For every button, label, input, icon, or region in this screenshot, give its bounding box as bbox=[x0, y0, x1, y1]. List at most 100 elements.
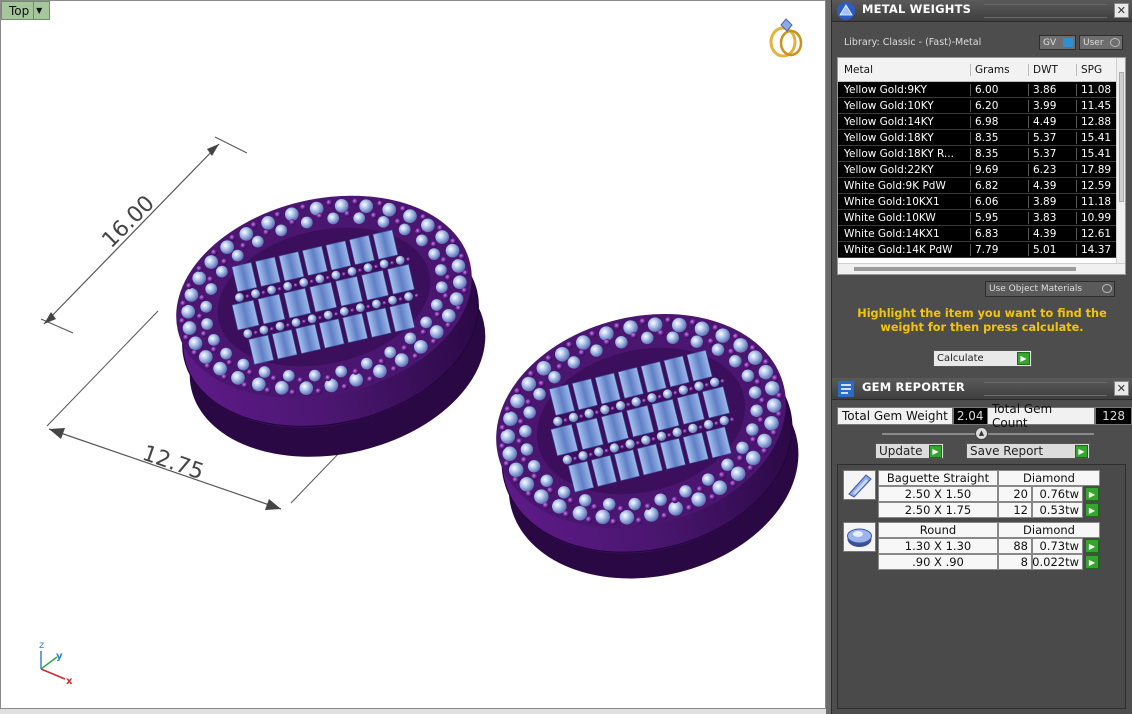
ring-icon bbox=[769, 18, 803, 58]
scroll-thumb[interactable] bbox=[1119, 72, 1124, 202]
metal-cell-spg: 15.41 bbox=[1076, 131, 1117, 144]
toggle-on-indicator bbox=[1063, 38, 1073, 47]
metal-cell-grams: 8.35 bbox=[970, 131, 1028, 144]
scale-icon bbox=[837, 2, 855, 20]
select-gem-button[interactable]: ▶ bbox=[1085, 487, 1099, 501]
metal-cell-spg: 17.89 bbox=[1076, 163, 1117, 176]
metal-cell-dwt: 3.99 bbox=[1028, 99, 1076, 112]
user-toggle-label: User bbox=[1083, 37, 1104, 48]
metal-cell-grams: 6.06 bbox=[970, 195, 1028, 208]
jewelry-scene: 16.00 12.75 z y x bbox=[39, 18, 821, 687]
metal-table-row[interactable]: Yellow Gold:14KY 6.98 4.49 12.88 bbox=[838, 114, 1117, 130]
gem-slider-knob[interactable]: ▲ bbox=[975, 427, 988, 440]
metal-cell-spg: 14.37 bbox=[1076, 243, 1117, 256]
metal-cell-dwt: 5.37 bbox=[1028, 131, 1076, 144]
metal-table-row[interactable]: White Gold:10KW 5.95 3.83 10.99 bbox=[838, 210, 1117, 226]
close-icon[interactable]: ✕ bbox=[1114, 381, 1129, 396]
col-header-metal[interactable]: Metal bbox=[838, 64, 970, 76]
view-tab[interactable]: Top ▼ bbox=[1, 1, 50, 20]
metal-cell-grams: 6.00 bbox=[970, 83, 1028, 96]
update-button[interactable]: Update ▶ bbox=[875, 443, 944, 459]
titlebar-grip[interactable] bbox=[984, 382, 1107, 396]
metal-cell-dwt: 5.01 bbox=[1028, 243, 1076, 256]
metal-cell-spg: 11.18 bbox=[1076, 195, 1117, 208]
metal-cell-spg: 12.88 bbox=[1076, 115, 1117, 128]
metal-cell-grams: 9.69 bbox=[970, 163, 1028, 176]
close-icon[interactable]: ✕ bbox=[1114, 3, 1129, 18]
viewport-top[interactable]: Top ▼ 16.00 12.75 z y x bbox=[0, 0, 826, 709]
pendant-left[interactable] bbox=[156, 168, 506, 485]
gem-reporter-titlebar: GEM REPORTER ✕ bbox=[832, 378, 1132, 400]
col-header-dwt[interactable]: DWT bbox=[1028, 63, 1076, 76]
gem-weight: 0.53tw bbox=[1032, 502, 1083, 518]
gem-size: 2.50 X 1.75 bbox=[878, 502, 998, 518]
metal-table-row[interactable]: Yellow Gold:9KY 6.00 3.86 11.08 bbox=[838, 82, 1117, 98]
metal-table-row[interactable]: Yellow Gold:10KY 6.20 3.99 11.45 bbox=[838, 98, 1117, 114]
metal-table-row[interactable]: White Gold:14KX1 6.83 4.39 12.61 bbox=[838, 226, 1117, 242]
metal-table-row[interactable]: White Gold:9K PdW 6.82 4.39 12.59 bbox=[838, 178, 1117, 194]
update-label: Update bbox=[879, 444, 923, 458]
axis-x-label: x bbox=[66, 676, 73, 687]
metal-table-row[interactable]: Yellow Gold:22KY 9.69 6.23 17.89 bbox=[838, 162, 1117, 178]
metal-cell-dwt: 6.23 bbox=[1028, 163, 1076, 176]
use-object-materials-label: Use Object Materials bbox=[989, 284, 1083, 294]
metal-cell-metal: Yellow Gold:22KY bbox=[844, 163, 934, 176]
metal-cell-grams: 6.82 bbox=[970, 179, 1028, 192]
gv-toggle-label: GV bbox=[1043, 37, 1057, 48]
scroll-thumb[interactable] bbox=[854, 267, 1076, 271]
gem-size: 1.30 X 1.30 bbox=[878, 538, 998, 554]
gem-material-label: Diamond bbox=[998, 522, 1100, 538]
total-gem-count-value: 128 bbox=[1095, 407, 1132, 425]
metal-cell-dwt: 4.39 bbox=[1028, 179, 1076, 192]
gv-toggle[interactable]: GV bbox=[1039, 35, 1076, 50]
metal-cell-grams: 5.95 bbox=[970, 211, 1028, 224]
metal-cell-grams: 7.79 bbox=[970, 243, 1028, 256]
play-icon: ▶ bbox=[929, 445, 942, 458]
total-gem-weight-label: Total Gem Weight bbox=[837, 407, 953, 425]
gem-size: 2.50 X 1.50 bbox=[878, 486, 998, 502]
metal-table-row[interactable]: White Gold:10KX1 6.06 3.89 11.18 bbox=[838, 194, 1117, 210]
metal-cell-metal: White Gold:9K PdW bbox=[844, 179, 946, 192]
gem-size: .90 X .90 bbox=[878, 554, 998, 570]
metal-cell-spg: 10.99 bbox=[1076, 211, 1117, 224]
metal-cell-grams: 6.98 bbox=[970, 115, 1028, 128]
col-header-grams[interactable]: Grams bbox=[970, 63, 1028, 76]
metal-cell-metal: Yellow Gold:10KY bbox=[844, 99, 934, 112]
gem-weight: 0.022tw bbox=[1032, 554, 1083, 570]
metal-table-row[interactable]: Yellow Gold:18KY 8.35 5.37 15.41 bbox=[838, 130, 1117, 146]
metal-table-row[interactable]: White Gold:14K PdW 7.79 5.01 14.37 bbox=[838, 242, 1117, 258]
metal-weights-titlebar: METAL WEIGHTS ✕ bbox=[832, 0, 1132, 22]
metal-cell-spg: 12.61 bbox=[1076, 227, 1117, 240]
metal-cell-spg: 11.45 bbox=[1076, 99, 1117, 112]
metal-table-row[interactable]: Yellow Gold:18KY R... 8.35 5.37 15.41 bbox=[838, 146, 1117, 162]
metal-cell-metal: Yellow Gold:14KY bbox=[844, 115, 934, 128]
select-gem-button[interactable]: ▶ bbox=[1085, 503, 1099, 517]
titlebar-grip[interactable] bbox=[984, 4, 1107, 18]
metal-weights-table[interactable]: Metal Grams DWT SPG Yellow Gold:9KY 6.00 3… bbox=[837, 57, 1126, 275]
metal-cell-grams: 8.35 bbox=[970, 147, 1028, 160]
use-object-materials-toggle[interactable]: Use Object Materials bbox=[985, 281, 1115, 297]
metal-cell-dwt: 3.83 bbox=[1028, 211, 1076, 224]
chevron-down-icon[interactable]: ▼ bbox=[33, 2, 44, 19]
gem-slider-track[interactable] bbox=[882, 433, 1094, 435]
metal-cell-metal: Yellow Gold:18KY bbox=[844, 131, 934, 144]
select-gem-button[interactable]: ▶ bbox=[1085, 539, 1099, 553]
col-header-spg[interactable]: SPG bbox=[1076, 63, 1117, 76]
gem-reporter-title: GEM REPORTER bbox=[862, 380, 965, 394]
dimension-width-text: 12.75 bbox=[139, 441, 207, 485]
select-gem-button[interactable]: ▶ bbox=[1085, 555, 1099, 569]
metal-cell-metal: Yellow Gold:18KY R... bbox=[844, 147, 954, 160]
save-report-button[interactable]: Save Report ▶ bbox=[966, 443, 1090, 459]
calculate-button[interactable]: Calculate ▶ bbox=[933, 350, 1032, 367]
metal-table-vscroll[interactable] bbox=[1116, 58, 1125, 264]
report-icon bbox=[838, 381, 854, 397]
metal-cell-spg: 15.41 bbox=[1076, 147, 1117, 160]
pendant-right[interactable] bbox=[473, 285, 821, 608]
library-label: Library: Classic - (Fast)-Metal bbox=[844, 37, 982, 48]
gem-count: 8 bbox=[998, 554, 1032, 570]
metal-cell-metal: White Gold:10KX1 bbox=[844, 195, 940, 208]
metal-table-hscroll[interactable] bbox=[838, 263, 1125, 274]
baguette-gem-icon bbox=[843, 470, 876, 500]
user-toggle[interactable]: User bbox=[1079, 35, 1123, 50]
gem-count: 12 bbox=[998, 502, 1032, 518]
